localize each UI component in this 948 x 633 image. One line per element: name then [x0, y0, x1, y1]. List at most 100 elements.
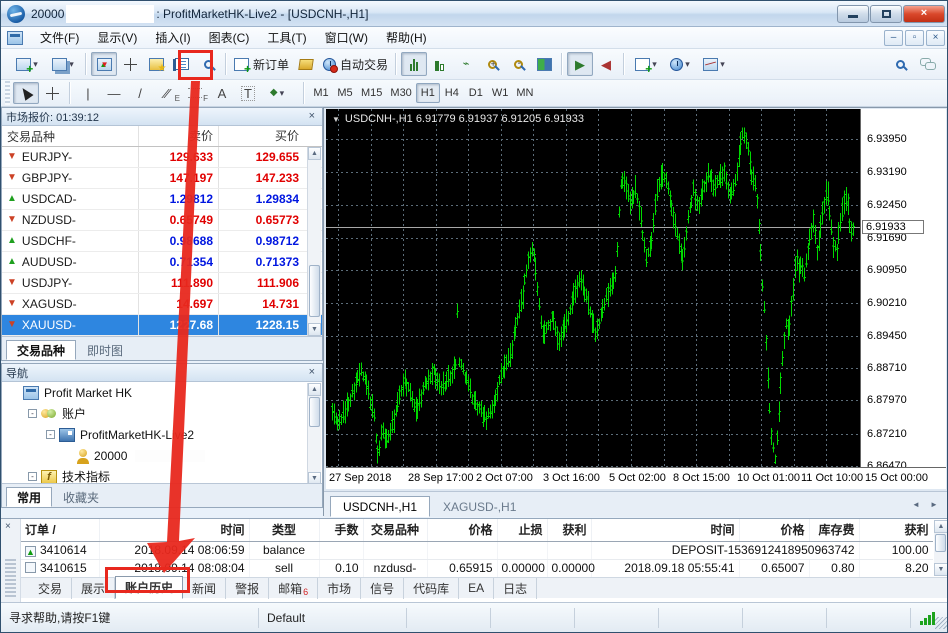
zoom-out-button[interactable]: - [505, 52, 531, 76]
tab-常用[interactable]: 常用 [6, 487, 52, 507]
terminal-column-价格[interactable]: 价格 [739, 519, 809, 541]
line-chart-type-button[interactable]: ⌁ [453, 52, 479, 76]
terminal-tab-代码库[interactable]: 代码库 [404, 578, 459, 599]
autotrading-button[interactable]: 自动交易 [320, 52, 391, 76]
terminal-tab-账户历史[interactable]: 账户历史 [115, 576, 183, 599]
terminal-column-时间[interactable]: 时间 [591, 519, 739, 541]
fibonacci-tool-button[interactable]: F [181, 82, 209, 104]
menu-item-图表(C)[interactable]: 图表(C) [200, 27, 259, 48]
terminal-column-类型[interactable]: 类型 [249, 519, 319, 541]
timeframe-D1[interactable]: D1 [464, 83, 488, 103]
terminal-tab-信号[interactable]: 信号 [361, 578, 404, 599]
column-buy[interactable]: 买价 [219, 126, 304, 146]
market-watch-row-NZDUSD-[interactable]: ▼NZDUSD-0.657490.65773 [2, 210, 322, 231]
scrollbar-thumb[interactable] [935, 534, 946, 552]
horizontal-line-tool-button[interactable]: — [101, 82, 127, 104]
chart-tab-XAGUSD-,H1[interactable]: XAGUSD-,H1 [430, 496, 529, 517]
market-watch-row-USDJPY-[interactable]: ▼USDJPY-111.890111.906 [2, 273, 322, 294]
maximize-button[interactable] [870, 5, 902, 23]
periods-button[interactable]: ▾ [663, 52, 697, 76]
navigator-titlebar[interactable]: 导航 × [2, 364, 322, 382]
search-button[interactable] [887, 52, 913, 76]
market-watch-row-EURJPY-[interactable]: ▼EURJPY-129.633129.655 [2, 147, 322, 168]
terminal-column-获利[interactable]: 获利 [859, 519, 933, 541]
terminal-tab-EA[interactable]: EA [459, 578, 494, 599]
market-watch-row-GBPJPY-[interactable]: ▼GBPJPY-147.197147.233 [2, 168, 322, 189]
tree-item-ProfitMarketHK-Live2[interactable]: -ProfitMarketHK-Live2 [2, 424, 322, 445]
timeframe-M1[interactable]: M1 [309, 83, 333, 103]
navigator-toggle-button[interactable]: ★ [143, 52, 169, 76]
chart-shift-button[interactable]: ◀ [593, 52, 619, 76]
indicators-button[interactable]: +▾ [629, 52, 663, 76]
auto-scroll-button[interactable]: ▶ [567, 52, 593, 76]
text-label-tool-button[interactable]: T [235, 82, 261, 104]
column-symbol[interactable]: 交易品种 [2, 126, 139, 146]
equidistant-channel-tool-button[interactable]: ∕∕E [153, 82, 181, 104]
child-minimize-button[interactable]: – [884, 30, 903, 46]
timeframe-M15[interactable]: M15 [357, 83, 386, 103]
timeframe-H1[interactable]: H1 [416, 83, 440, 103]
new-order-button[interactable]: +新订单 [231, 52, 292, 76]
templates-button[interactable]: ▾ [697, 52, 731, 76]
scrollbar-thumb[interactable] [309, 397, 320, 427]
child-close-button[interactable]: × [926, 30, 945, 46]
column-sell[interactable]: 卖价 [139, 126, 219, 146]
arrows-tool-button[interactable]: ◆▾ [261, 82, 293, 104]
menu-item-窗口(W)[interactable]: 窗口(W) [316, 27, 377, 48]
timeframe-M30[interactable]: M30 [386, 83, 415, 103]
timeframe-MN[interactable]: MN [512, 83, 537, 103]
terminal-column-价格[interactable]: 价格 [427, 519, 497, 541]
tree-expander-icon[interactable]: - [28, 409, 37, 418]
tab-scroll-left-icon[interactable]: ◄ [908, 497, 924, 513]
tree-expander-icon[interactable]: - [28, 472, 37, 481]
terminal-tab-警报[interactable]: 警报 [226, 578, 269, 599]
terminal-tab-交易[interactable]: 交易 [29, 578, 72, 599]
terminal-column-时间[interactable]: 时间 [99, 519, 249, 541]
data-window-button[interactable] [117, 52, 143, 76]
scrollbar-thumb[interactable] [309, 265, 320, 317]
terminal-tab-日志[interactable]: 日志 [494, 578, 537, 599]
status-profile[interactable]: Default [259, 608, 407, 628]
terminal-tab-市场[interactable]: 市场 [318, 578, 361, 599]
scroll-down-icon[interactable]: ▼ [308, 323, 321, 336]
zoom-in-button[interactable]: + [479, 52, 505, 76]
tab-scroll-right-icon[interactable]: ► [926, 497, 942, 513]
scroll-up-icon[interactable]: ▲ [308, 383, 321, 396]
market-watch-row-XAUUSD-[interactable]: ▼XAUUSD-1227.681228.15 [2, 315, 322, 336]
community-chat-button[interactable] [913, 52, 943, 76]
terminal-column-交易品种[interactable]: 交易品种 [363, 519, 427, 541]
timeframe-M5[interactable]: M5 [333, 83, 357, 103]
terminal-tab-展示[interactable]: 展示 [72, 578, 115, 599]
tab-即时图[interactable]: 即时图 [76, 340, 134, 360]
market-watch-row-USDCAD-[interactable]: ▲USDCAD-1.298121.29834 [2, 189, 322, 210]
new-chart-button[interactable]: +▾ [9, 52, 45, 76]
text-tool-button[interactable]: A [209, 82, 235, 104]
time-axis[interactable]: 27 Sep 201828 Sep 17:002 Oct 07:003 Oct … [326, 467, 946, 489]
scroll-down-icon[interactable]: ▼ [934, 563, 948, 576]
market-watch-row-USDCHF-[interactable]: ▲USDCHF-0.986880.98712 [2, 231, 322, 252]
menu-item-工具(T)[interactable]: 工具(T) [258, 27, 315, 48]
terminal-column-订单[interactable]: 订单 / [21, 519, 99, 541]
scroll-up-icon[interactable]: ▲ [934, 520, 948, 533]
market-watch-toggle-button[interactable]: ▲▼ [91, 52, 117, 76]
terminal-toggle-button[interactable] [169, 52, 195, 76]
scroll-up-icon[interactable]: ▲ [308, 147, 321, 160]
market-watch-row-AUDUSD-[interactable]: ▲AUDUSD-0.713540.71373 [2, 252, 322, 273]
market-watch-close-icon[interactable]: × [306, 111, 318, 122]
terminal-scrollbar[interactable]: ▲ ▼ [934, 520, 948, 576]
strategy-tester-button[interactable] [195, 52, 221, 76]
terminal-column-获利[interactable]: 获利 [547, 519, 591, 541]
trendline-tool-button[interactable]: / [127, 82, 153, 104]
terminal-grip[interactable] [5, 559, 16, 597]
tab-交易品种[interactable]: 交易品种 [6, 340, 76, 360]
menu-item-插入(I)[interactable]: 插入(I) [146, 27, 199, 48]
navigator-scrollbar[interactable]: ▲ ▼ [307, 383, 321, 485]
tab-收藏夹[interactable]: 收藏夹 [52, 487, 110, 507]
market-watch-titlebar[interactable]: 市场报价: 01:39:12 × [2, 108, 322, 126]
profiles-button[interactable]: ▾ [45, 52, 81, 76]
table-row[interactable]: ▲34106142018.09.14 08:06:59balanceDEPOSI… [21, 541, 933, 559]
terminal-tab-新闻[interactable]: 新闻 [183, 578, 226, 599]
metaeditor-button[interactable] [292, 52, 320, 76]
resize-grip[interactable] [935, 617, 947, 629]
chart-area[interactable]: ▼ USDCNH-,H1 6.91779 6.91937 6.91205 6.9… [326, 109, 860, 467]
